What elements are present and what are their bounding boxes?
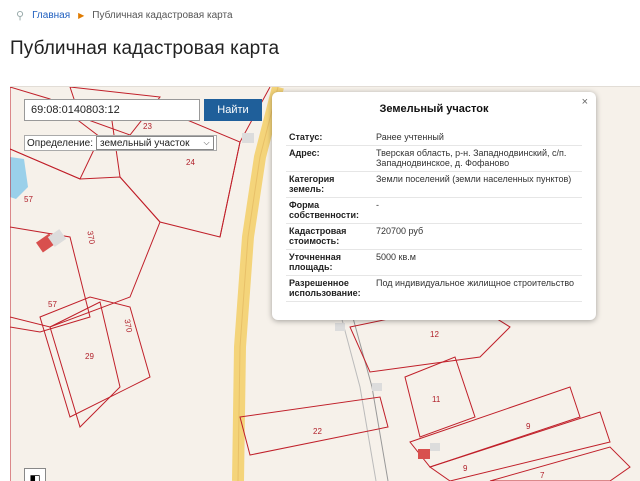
row-key: Форма собственности:	[286, 197, 373, 224]
chevron-down-icon: ⌵	[203, 138, 210, 147]
row-key: Категория земель:	[286, 171, 373, 198]
row-key: Адрес:	[286, 145, 373, 172]
search-bar: Найти	[24, 99, 262, 121]
row-value: Ранее учтенный	[373, 130, 582, 146]
parcel-label: 370	[85, 230, 96, 245]
parcel-label: 11	[432, 395, 441, 404]
parcel-label: 9	[526, 422, 531, 431]
row-key: Статус:	[286, 130, 373, 146]
parcel-label: 57	[48, 300, 57, 309]
parcel-label: 9	[463, 464, 468, 473]
parcel-info-table: Статус: Ранее учтенный Адрес: Тверская о…	[286, 130, 582, 302]
row-value: Под индивидуальное жилищное строительств…	[373, 275, 582, 302]
row-value: Тверская область, р-н. Западнодвинский, …	[373, 145, 582, 172]
popup-title: Земельный участок	[379, 103, 489, 115]
parcel-label: 22	[313, 427, 322, 436]
map-tool-button[interactable]: ◧	[24, 468, 46, 481]
cadastral-number-input[interactable]	[24, 99, 200, 121]
definition-selected-value: земельный участок	[100, 137, 190, 149]
parcel-info-popup: × Земельный участок Статус: Ранее учтенн…	[272, 92, 596, 320]
page-title: Публичная кадастровая карта	[10, 38, 280, 59]
breadcrumb-home-link[interactable]: Главная	[32, 10, 70, 21]
location-pin-icon: ⚲	[16, 10, 25, 22]
table-row: Кадастровая стоимость: 720700 руб	[286, 223, 582, 250]
breadcrumb-current: Публичная кадастровая карта	[92, 10, 233, 21]
row-value: -	[373, 197, 582, 224]
parcel-label: 57	[24, 195, 33, 204]
parcel-label: 12	[430, 330, 439, 339]
row-value: 720700 руб	[373, 223, 582, 250]
row-value: Земли поселений (земли населенных пункто…	[373, 171, 582, 198]
breadcrumb-separator-icon: ▶	[78, 11, 85, 20]
row-key: Разрешенное использование:	[286, 275, 373, 302]
definition-control: Определение: земельный участок ⌵	[24, 135, 217, 151]
parcel-label: 370	[123, 318, 134, 333]
table-row: Уточненная площадь: 5000 кв.м	[286, 249, 582, 276]
table-row: Категория земель: Земли поселений (земли…	[286, 171, 582, 198]
breadcrumb: ⚲ Главная ▶ Публичная кадастровая карта	[16, 9, 233, 22]
parcel-label: 23	[143, 122, 152, 131]
parcel-label: 29	[85, 352, 94, 361]
table-row: Адрес: Тверская область, р-н. Западнодви…	[286, 145, 582, 172]
row-value: 5000 кв.м	[373, 249, 582, 276]
definition-label: Определение:	[27, 137, 94, 149]
find-button[interactable]: Найти	[204, 99, 262, 121]
row-key: Кадастровая стоимость:	[286, 223, 373, 250]
table-row: Разрешенное использование: Под индивидуа…	[286, 275, 582, 302]
parcel-label: 7	[540, 471, 545, 480]
parcel-label: 24	[186, 158, 195, 167]
row-key: Уточненная площадь:	[286, 249, 373, 276]
definition-select[interactable]: земельный участок ⌵	[96, 136, 214, 150]
table-row: Форма собственности: -	[286, 197, 582, 224]
table-row: Статус: Ранее учтенный	[286, 130, 582, 146]
